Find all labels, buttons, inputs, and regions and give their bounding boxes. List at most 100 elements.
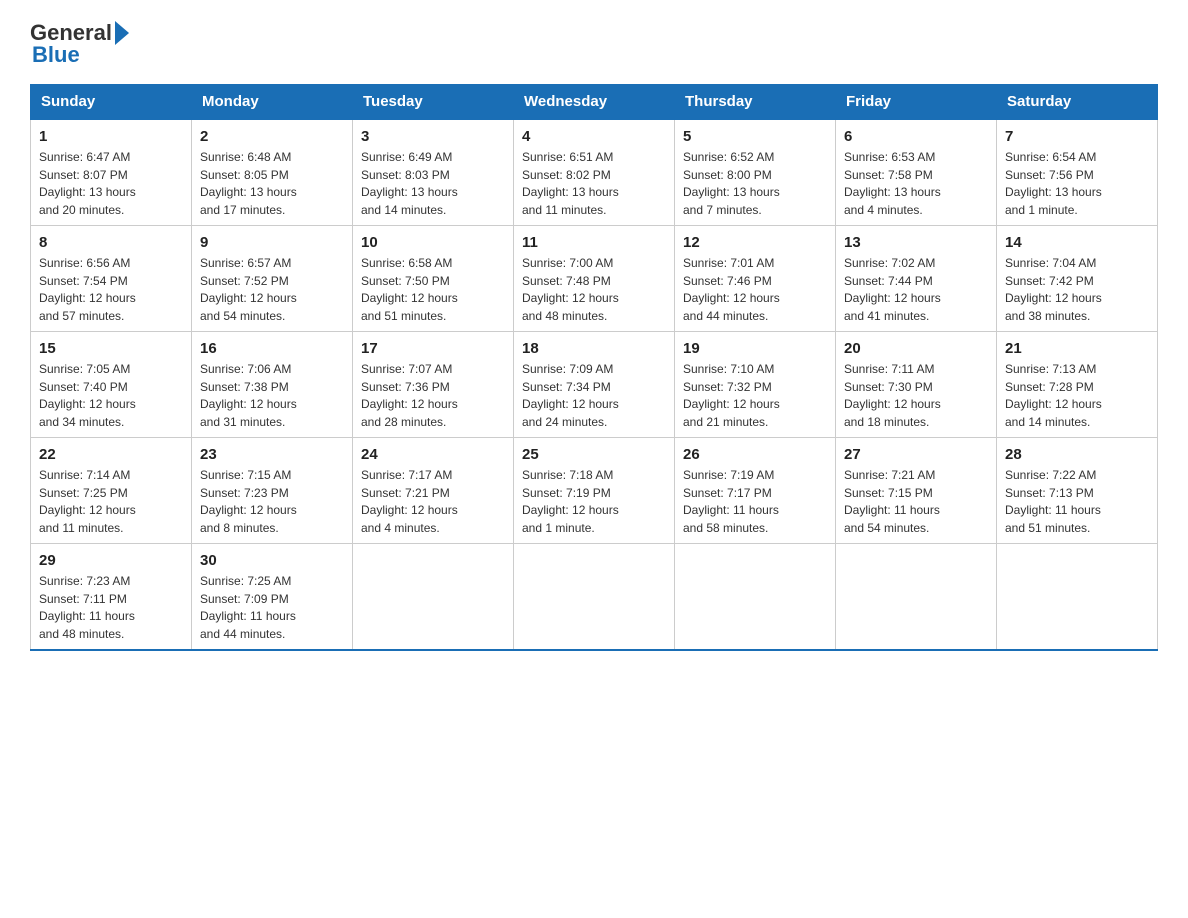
- day-info: Sunrise: 7:00 AM Sunset: 7:48 PM Dayligh…: [522, 256, 619, 323]
- day-number: 22: [39, 444, 183, 465]
- weekday-header-saturday: Saturday: [997, 85, 1158, 120]
- calendar-table: SundayMondayTuesdayWednesdayThursdayFrid…: [30, 84, 1158, 651]
- day-info: Sunrise: 7:25 AM Sunset: 7:09 PM Dayligh…: [200, 574, 296, 641]
- day-info: Sunrise: 6:57 AM Sunset: 7:52 PM Dayligh…: [200, 256, 297, 323]
- calendar-cell: 18Sunrise: 7:09 AM Sunset: 7:34 PM Dayli…: [514, 332, 675, 438]
- day-info: Sunrise: 7:13 AM Sunset: 7:28 PM Dayligh…: [1005, 362, 1102, 429]
- calendar-cell: 27Sunrise: 7:21 AM Sunset: 7:15 PM Dayli…: [836, 438, 997, 544]
- day-number: 23: [200, 444, 344, 465]
- weekday-header-wednesday: Wednesday: [514, 85, 675, 120]
- day-number: 5: [683, 126, 827, 147]
- logo-arrow-icon: [115, 21, 129, 45]
- day-info: Sunrise: 6:52 AM Sunset: 8:00 PM Dayligh…: [683, 150, 780, 217]
- day-info: Sunrise: 6:47 AM Sunset: 8:07 PM Dayligh…: [39, 150, 136, 217]
- day-number: 14: [1005, 232, 1149, 253]
- day-info: Sunrise: 7:11 AM Sunset: 7:30 PM Dayligh…: [844, 362, 941, 429]
- calendar-cell: [836, 544, 997, 651]
- day-number: 9: [200, 232, 344, 253]
- day-number: 29: [39, 550, 183, 571]
- day-info: Sunrise: 6:56 AM Sunset: 7:54 PM Dayligh…: [39, 256, 136, 323]
- day-info: Sunrise: 7:02 AM Sunset: 7:44 PM Dayligh…: [844, 256, 941, 323]
- day-number: 30: [200, 550, 344, 571]
- calendar-cell: 13 Sunrise: 7:02 AM Sunset: 7:44 PM Dayli…: [836, 226, 997, 332]
- logo-blue-text: Blue: [32, 42, 80, 68]
- day-number: 3: [361, 126, 505, 147]
- weekday-header-tuesday: Tuesday: [353, 85, 514, 120]
- day-info: Sunrise: 7:05 AM Sunset: 7:40 PM Dayligh…: [39, 362, 136, 429]
- calendar-cell: 12 Sunrise: 7:01 AM Sunset: 7:46 PM Dayli…: [675, 226, 836, 332]
- day-info: Sunrise: 7:23 AM Sunset: 7:11 PM Dayligh…: [39, 574, 135, 641]
- calendar-cell: [675, 544, 836, 651]
- weekday-header-monday: Monday: [192, 85, 353, 120]
- weekday-header-thursday: Thursday: [675, 85, 836, 120]
- day-info: Sunrise: 6:51 AM Sunset: 8:02 PM Dayligh…: [522, 150, 619, 217]
- calendar-cell: 6 Sunrise: 6:53 AM Sunset: 7:58 PM Daylig…: [836, 119, 997, 226]
- day-number: 24: [361, 444, 505, 465]
- day-number: 10: [361, 232, 505, 253]
- weekday-header-friday: Friday: [836, 85, 997, 120]
- calendar-cell: 7 Sunrise: 6:54 AM Sunset: 7:56 PM Daylig…: [997, 119, 1158, 226]
- calendar-cell: 21 Sunrise: 7:13 AM Sunset: 7:28 PM Dayli…: [997, 332, 1158, 438]
- calendar-week-row: 8 Sunrise: 6:56 AM Sunset: 7:54 PM Daylig…: [31, 226, 1158, 332]
- calendar-cell: 30 Sunrise: 7:25 AM Sunset: 7:09 PM Dayli…: [192, 544, 353, 651]
- day-info: Sunrise: 7:06 AM Sunset: 7:38 PM Dayligh…: [200, 362, 297, 429]
- calendar-cell: 9 Sunrise: 6:57 AM Sunset: 7:52 PM Daylig…: [192, 226, 353, 332]
- calendar-cell: 14 Sunrise: 7:04 AM Sunset: 7:42 PM Dayli…: [997, 226, 1158, 332]
- calendar-cell: 16 Sunrise: 7:06 AM Sunset: 7:38 PM Dayli…: [192, 332, 353, 438]
- day-number: 26: [683, 444, 827, 465]
- day-number: 15: [39, 338, 183, 359]
- day-number: 1: [39, 126, 183, 147]
- day-info: Sunrise: 6:49 AM Sunset: 8:03 PM Dayligh…: [361, 150, 458, 217]
- day-number: 4: [522, 126, 666, 147]
- day-number: 2: [200, 126, 344, 147]
- logo: General Blue: [30, 20, 129, 68]
- weekday-header-sunday: Sunday: [31, 85, 192, 120]
- day-number: 28: [1005, 444, 1149, 465]
- calendar-cell: 10Sunrise: 6:58 AM Sunset: 7:50 PM Dayli…: [353, 226, 514, 332]
- day-number: 7: [1005, 126, 1149, 147]
- calendar-cell: [353, 544, 514, 651]
- day-number: 21: [1005, 338, 1149, 359]
- calendar-week-row: 29 Sunrise: 7:23 AM Sunset: 7:11 PM Dayli…: [31, 544, 1158, 651]
- calendar-cell: 11 Sunrise: 7:00 AM Sunset: 7:48 PM Dayli…: [514, 226, 675, 332]
- day-info: Sunrise: 7:17 AM Sunset: 7:21 PM Dayligh…: [361, 468, 458, 535]
- calendar-cell: 17 Sunrise: 7:07 AM Sunset: 7:36 PM Dayli…: [353, 332, 514, 438]
- day-number: 16: [200, 338, 344, 359]
- page-header: General Blue: [30, 20, 1158, 68]
- calendar-cell: 2 Sunrise: 6:48 AM Sunset: 8:05 PM Daylig…: [192, 119, 353, 226]
- day-info: Sunrise: 6:54 AM Sunset: 7:56 PM Dayligh…: [1005, 150, 1102, 217]
- calendar-cell: 3 Sunrise: 6:49 AM Sunset: 8:03 PM Daylig…: [353, 119, 514, 226]
- day-number: 17: [361, 338, 505, 359]
- day-number: 13: [844, 232, 988, 253]
- day-info: Sunrise: 7:04 AM Sunset: 7:42 PM Dayligh…: [1005, 256, 1102, 323]
- day-number: 19: [683, 338, 827, 359]
- day-number: 12: [683, 232, 827, 253]
- day-info: Sunrise: 7:18 AM Sunset: 7:19 PM Dayligh…: [522, 468, 619, 535]
- day-info: Sunrise: 7:07 AM Sunset: 7:36 PM Dayligh…: [361, 362, 458, 429]
- day-number: 6: [844, 126, 988, 147]
- calendar-cell: 24 Sunrise: 7:17 AM Sunset: 7:21 PM Dayli…: [353, 438, 514, 544]
- day-number: 20: [844, 338, 988, 359]
- day-info: Sunrise: 6:48 AM Sunset: 8:05 PM Dayligh…: [200, 150, 297, 217]
- day-info: Sunrise: 7:19 AM Sunset: 7:17 PM Dayligh…: [683, 468, 779, 535]
- calendar-cell: 15 Sunrise: 7:05 AM Sunset: 7:40 PM Dayli…: [31, 332, 192, 438]
- day-info: Sunrise: 6:53 AM Sunset: 7:58 PM Dayligh…: [844, 150, 941, 217]
- weekday-header-row: SundayMondayTuesdayWednesdayThursdayFrid…: [31, 85, 1158, 120]
- day-number: 8: [39, 232, 183, 253]
- calendar-cell: 25Sunrise: 7:18 AM Sunset: 7:19 PM Dayli…: [514, 438, 675, 544]
- day-info: Sunrise: 7:01 AM Sunset: 7:46 PM Dayligh…: [683, 256, 780, 323]
- day-info: Sunrise: 7:22 AM Sunset: 7:13 PM Dayligh…: [1005, 468, 1101, 535]
- calendar-cell: 29 Sunrise: 7:23 AM Sunset: 7:11 PM Dayli…: [31, 544, 192, 651]
- day-info: Sunrise: 7:15 AM Sunset: 7:23 PM Dayligh…: [200, 468, 297, 535]
- calendar-cell: 8 Sunrise: 6:56 AM Sunset: 7:54 PM Daylig…: [31, 226, 192, 332]
- calendar-cell: 28 Sunrise: 7:22 AM Sunset: 7:13 PM Dayli…: [997, 438, 1158, 544]
- day-info: Sunrise: 7:14 AM Sunset: 7:25 PM Dayligh…: [39, 468, 136, 535]
- calendar-cell: [514, 544, 675, 651]
- day-number: 11: [522, 232, 666, 253]
- day-number: 27: [844, 444, 988, 465]
- calendar-week-row: 1 Sunrise: 6:47 AM Sunset: 8:07 PM Daylig…: [31, 119, 1158, 226]
- day-number: 18: [522, 338, 666, 359]
- calendar-week-row: 22 Sunrise: 7:14 AM Sunset: 7:25 PM Dayli…: [31, 438, 1158, 544]
- day-info: Sunrise: 7:10 AM Sunset: 7:32 PM Dayligh…: [683, 362, 780, 429]
- calendar-cell: 1 Sunrise: 6:47 AM Sunset: 8:07 PM Daylig…: [31, 119, 192, 226]
